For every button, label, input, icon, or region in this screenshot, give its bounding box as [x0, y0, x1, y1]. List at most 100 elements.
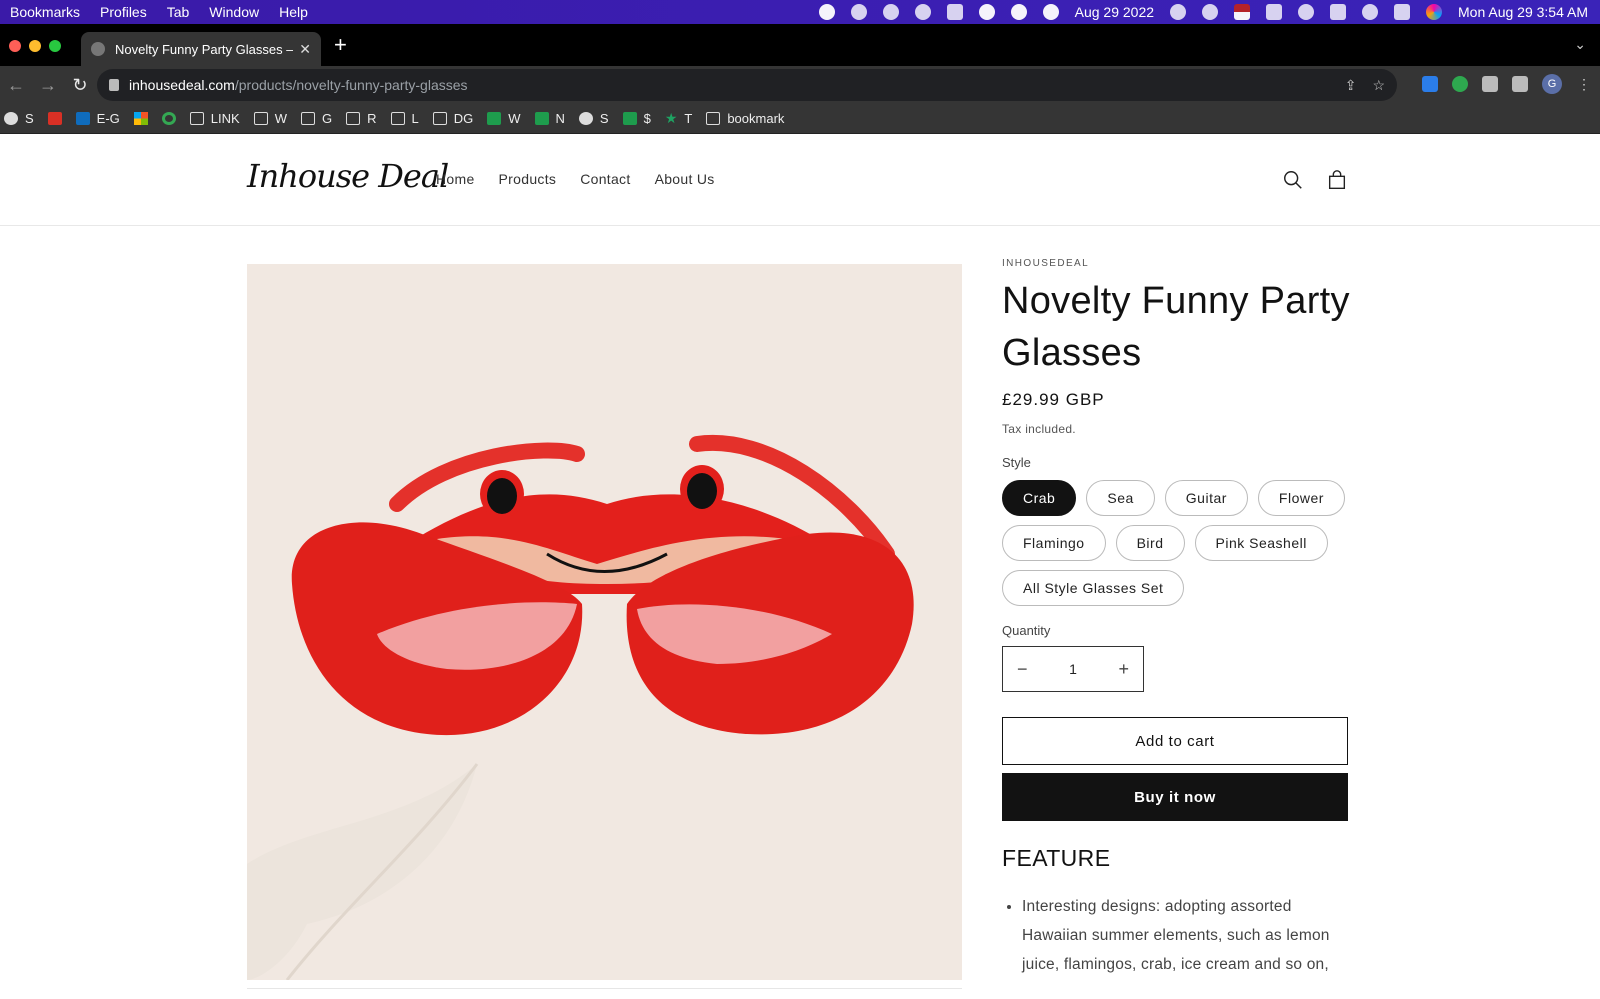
bookmark-label: E-G — [96, 111, 120, 126]
more-menu-icon[interactable]: ⋮ — [1576, 76, 1592, 92]
menu-bookmarks[interactable]: Bookmarks — [10, 4, 80, 20]
site-logo[interactable]: Inhouse Deal — [247, 157, 449, 195]
tab-close-icon[interactable]: ✕ — [299, 41, 311, 58]
bookmark-item[interactable]: W — [253, 111, 287, 126]
style-option-guitar[interactable]: Guitar — [1164, 480, 1248, 516]
menu-profiles[interactable]: Profiles — [100, 4, 147, 20]
style-option-crab[interactable]: Crab — [1002, 480, 1077, 516]
new-tab-button[interactable]: + — [334, 32, 347, 58]
menubar-clock[interactable]: Mon Aug 29 3:54 AM — [1458, 4, 1588, 20]
minimize-window-button[interactable] — [29, 40, 41, 52]
decrease-quantity-button[interactable]: − — [1017, 659, 1028, 680]
moon-icon[interactable] — [1170, 4, 1187, 20]
nav-about-us[interactable]: About Us — [655, 171, 715, 187]
g-icon — [161, 112, 176, 125]
bookmarks-bar: S E-G LINK W G R L DG W N S $ ★ Tbookmark — [0, 104, 1600, 134]
script-icon[interactable] — [946, 4, 963, 20]
quantity-input[interactable]: 1 — [1069, 661, 1077, 677]
teamviewer-icon[interactable] — [818, 4, 835, 20]
tab-search-chevron-icon[interactable]: ⌄ — [1574, 36, 1586, 53]
menubar-date[interactable]: Aug 29 2022 — [1075, 4, 1154, 20]
style-option-flamingo[interactable]: Flamingo — [1002, 525, 1106, 561]
us-flag-icon[interactable] — [1234, 4, 1251, 20]
puzzle-extensions-icon[interactable] — [1482, 76, 1498, 92]
feature-heading: FEATURE — [1002, 845, 1111, 871]
style-option-flower[interactable]: Flower — [1257, 480, 1345, 516]
style-label: Style — [1002, 455, 1031, 470]
time-machine-icon[interactable] — [1202, 4, 1219, 20]
profile-avatar[interactable]: G — [1542, 74, 1562, 94]
bookmark-item[interactable]: E-G — [75, 111, 120, 126]
cart-icon[interactable] — [1326, 169, 1348, 191]
bookmark-label: S — [25, 111, 34, 126]
bookmark-label: DG — [453, 111, 474, 126]
keyboard-icon[interactable] — [1330, 4, 1347, 20]
bookmark-item[interactable]: L — [390, 111, 419, 126]
bookmark-item[interactable]: S — [4, 111, 34, 126]
style-option-pink-seashell[interactable]: Pink Seashell — [1194, 525, 1328, 561]
arrow-circle-icon[interactable] — [1042, 4, 1059, 20]
style-option-sea[interactable]: Sea — [1086, 480, 1155, 516]
quantity-label: Quantity — [1002, 623, 1051, 638]
add-to-cart-button[interactable]: Add to cart — [1002, 717, 1348, 765]
nav-contact[interactable]: Contact — [580, 171, 630, 187]
browser-tab-active[interactable]: Novelty Funny Party Glasses – ✕ — [81, 32, 321, 66]
siri-icon[interactable] — [1426, 4, 1443, 20]
search-icon[interactable] — [1282, 169, 1304, 191]
zoom-window-button[interactable] — [49, 40, 61, 52]
crab-glasses-image — [247, 264, 962, 980]
menu-tab[interactable]: Tab — [167, 4, 190, 20]
menu-window[interactable]: Window — [209, 4, 259, 20]
lock-icon[interactable] — [109, 79, 119, 91]
download-extension-icon[interactable] — [1422, 76, 1438, 92]
battery-icon[interactable] — [1266, 4, 1283, 20]
wifi-icon[interactable] — [1298, 4, 1315, 20]
address-bar[interactable]: inhousedeal.com/products/novelty-funny-p… — [97, 69, 1397, 101]
bookmark-item[interactable]: bookmark — [706, 111, 784, 126]
bookmark-item[interactable] — [161, 112, 176, 125]
bookmark-item[interactable]: ★ T — [665, 110, 693, 127]
forward-button[interactable]: → — [32, 75, 64, 96]
cow-icon[interactable] — [914, 4, 931, 20]
style-option-all-style-glasses-set[interactable]: All Style Glasses Set — [1002, 570, 1185, 606]
bookmark-label: W — [508, 111, 521, 126]
bookmark-item[interactable]: LINK — [189, 111, 240, 126]
bookmark-item[interactable] — [47, 112, 62, 125]
nav-products[interactable]: Products — [499, 171, 557, 187]
wechat-icon[interactable] — [882, 4, 899, 20]
line-icon[interactable] — [978, 4, 995, 20]
menu-help[interactable]: Help — [279, 4, 308, 20]
nav-home[interactable]: Home — [436, 171, 475, 187]
bookmark-item[interactable] — [133, 112, 148, 125]
control-center-icon[interactable] — [1394, 4, 1411, 20]
product-thumbnails[interactable] — [247, 988, 962, 999]
bookmark-item[interactable]: R — [346, 111, 377, 126]
bookmark-label: bookmark — [727, 111, 785, 126]
bookmark-item[interactable]: S — [578, 111, 609, 126]
menubar-status-area: Aug 29 2022 Mon Aug 29 3:54 AM — [818, 0, 1588, 24]
bookmark-star-icon[interactable]: ☆ — [1372, 77, 1385, 94]
bookmark-label: W — [274, 111, 287, 126]
bookmark-item[interactable]: N — [534, 111, 565, 126]
feature-item: Interesting designs: adopting assorted H… — [1022, 892, 1352, 979]
bookmark-item[interactable]: $ — [622, 111, 651, 126]
bookmark-item[interactable]: W — [487, 111, 521, 126]
product-image[interactable] — [247, 264, 962, 980]
browser-tabstrip: Novelty Funny Party Glasses – ✕ + ⌄ — [0, 24, 1600, 66]
style-option-bird[interactable]: Bird — [1115, 525, 1185, 561]
bookmark-item[interactable]: G — [300, 111, 332, 126]
share-icon[interactable]: ⇪ — [1345, 77, 1357, 94]
side-panel-icon[interactable] — [1512, 76, 1528, 92]
folder-icon — [253, 112, 268, 125]
ms-icon — [133, 112, 148, 125]
buy-it-now-button[interactable]: Buy it now — [1002, 773, 1348, 821]
close-window-button[interactable] — [9, 40, 21, 52]
notification-bell-icon[interactable] — [850, 4, 867, 20]
increase-quantity-button[interactable]: + — [1118, 659, 1129, 680]
back-button[interactable]: ← — [0, 75, 32, 96]
bookmark-item[interactable]: DG — [432, 111, 474, 126]
green-extension-icon[interactable] — [1452, 76, 1468, 92]
reload-button[interactable]: ↻ — [64, 75, 96, 96]
checkmark-icon[interactable] — [1010, 4, 1027, 20]
spotlight-search-icon[interactable] — [1362, 4, 1379, 20]
